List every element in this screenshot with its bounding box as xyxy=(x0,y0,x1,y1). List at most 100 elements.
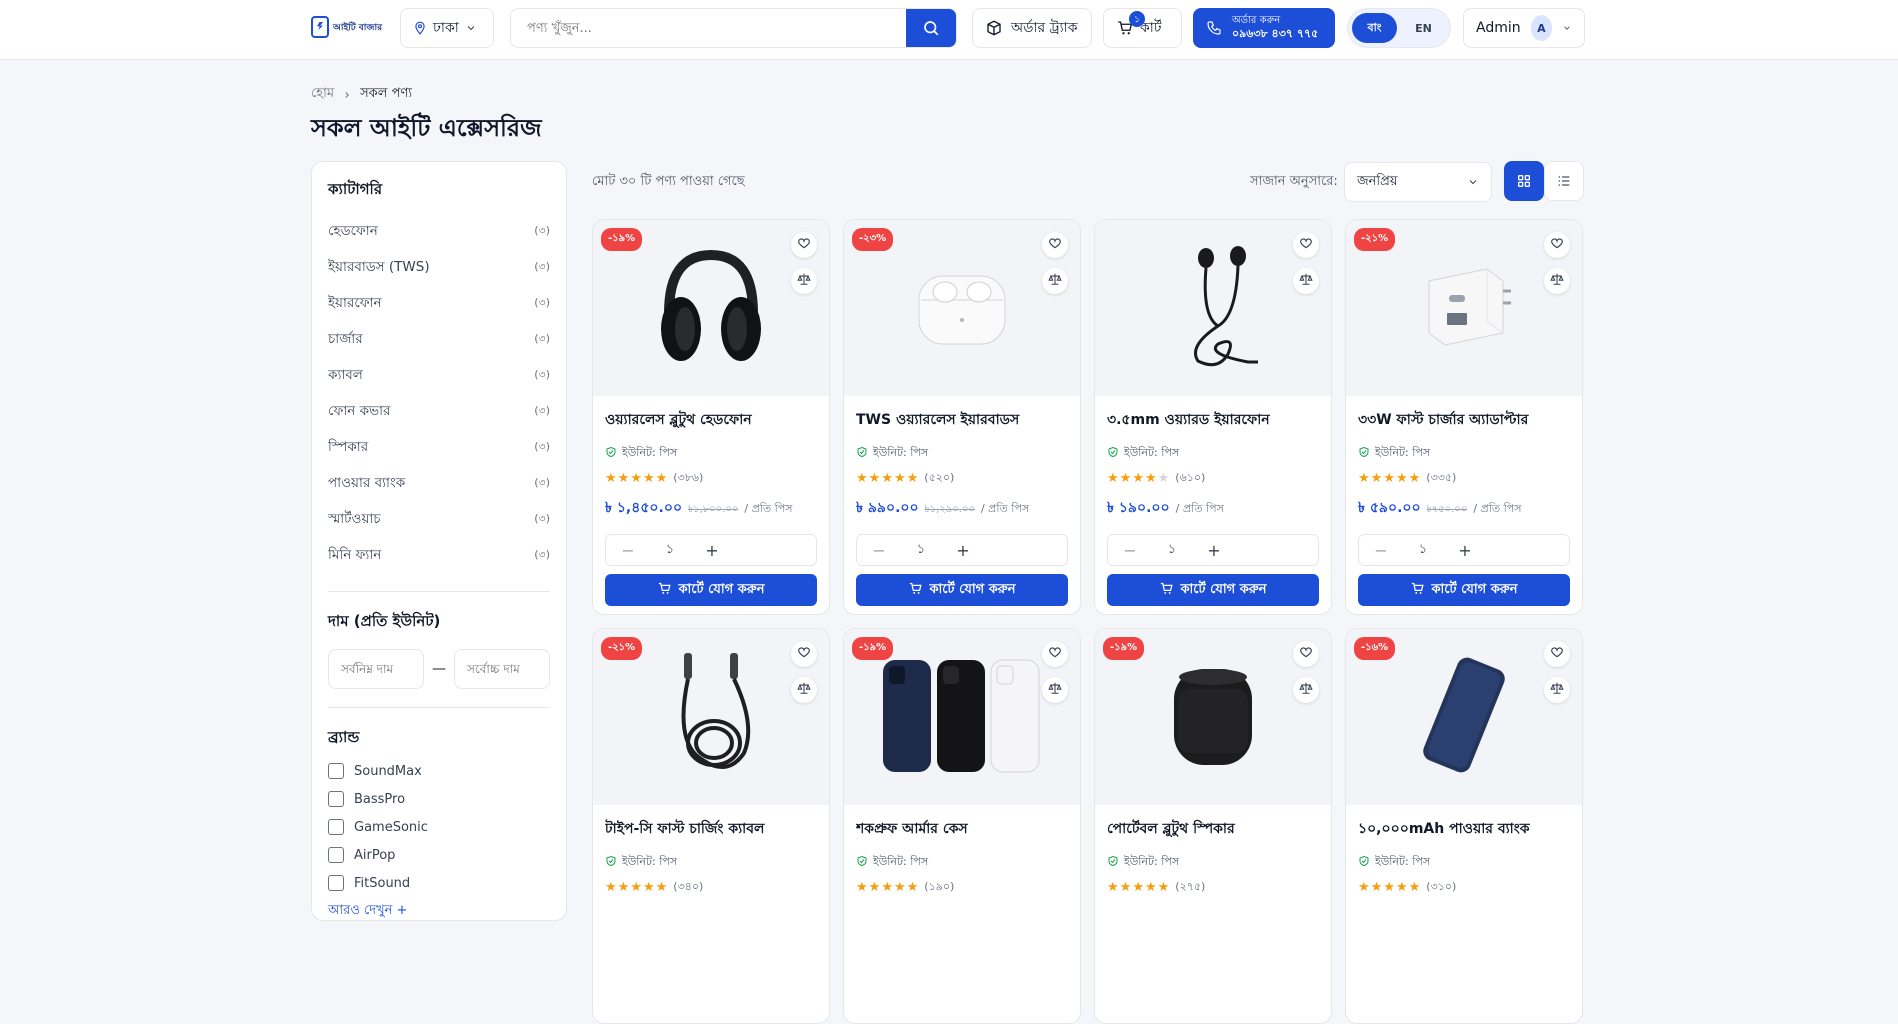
wishlist-button[interactable] xyxy=(791,641,817,667)
discount-badge: -১৬% xyxy=(1354,637,1396,660)
category-item[interactable]: ফোন কভার (৩) xyxy=(328,393,550,429)
brand-checkbox[interactable] xyxy=(328,875,344,891)
category-item[interactable]: মিনি ফ্যান (৩) xyxy=(328,537,550,573)
brand-filter[interactable]: SoundMax xyxy=(328,757,550,785)
product-card[interactable]: -১৯% পোর্টেবল ব্লুটুথ স্পিকার ইউনিট: পিস ★ ★… xyxy=(1094,628,1332,1024)
logo[interactable]: আইটি বাজার xyxy=(311,12,383,42)
category-item[interactable]: চার্জার (৩) xyxy=(328,321,550,357)
call-to-order-button[interactable]: অর্ডার করুন ০৯৬৩৮ ৪৩৭ ৭৭৫ xyxy=(1193,8,1335,48)
grid-view-button[interactable] xyxy=(1504,161,1544,201)
unit-label: ইউনিট: পিস xyxy=(873,855,929,868)
star-icon: ★ xyxy=(1370,880,1383,895)
unit-label: ইউনিট: পিস xyxy=(1375,855,1431,868)
wishlist-button[interactable] xyxy=(1544,641,1570,667)
product-name[interactable]: টাইপ-সি ফাস্ট চার্জিং ক্যাবল xyxy=(605,817,817,837)
brand-filter[interactable]: FitSound xyxy=(328,869,550,897)
wishlist-button[interactable] xyxy=(1544,232,1570,258)
decrease-button[interactable]: − xyxy=(1108,541,1152,560)
category-item[interactable]: স্পিকার (৩) xyxy=(328,429,550,465)
category-item[interactable]: ইয়ারফোন (৩) xyxy=(328,285,550,321)
product-name[interactable]: পোর্টেবল ব্লুটুথ স্পিকার xyxy=(1107,817,1319,837)
lang-en-button[interactable]: EN xyxy=(1401,13,1446,43)
max-price-input[interactable] xyxy=(454,649,550,689)
product-card[interactable]: -১৯% শকপ্রুফ আর্মার কেস ইউনিট: পিস ★ ★ ★ ★ ★ (১৯… xyxy=(843,628,1081,1024)
category-item[interactable]: পাওয়ার ব্যাংক (৩) xyxy=(328,465,550,501)
star-icon: ★ xyxy=(906,880,919,895)
product-image[interactable] xyxy=(1095,220,1331,396)
compare-button[interactable] xyxy=(1293,268,1319,294)
order-track-button[interactable]: অর্ডার ট্র্যাক xyxy=(972,8,1092,48)
product-image[interactable]: -২১% xyxy=(593,629,829,805)
compare-button[interactable] xyxy=(1042,268,1068,294)
increase-button[interactable]: + xyxy=(1443,541,1487,560)
heart-icon xyxy=(797,645,811,663)
product-card[interactable]: ৩.৫mm ওয়্যারড ইয়ারফোন ইউনিট: পিস ★ ★ ★ ★ ★ (৬… xyxy=(1094,219,1332,615)
product-image[interactable]: -১৬% xyxy=(1346,629,1582,805)
cart-button[interactable]: ১ কার্ট xyxy=(1103,8,1182,48)
product-name[interactable]: ওয়্যারলেস ব্লুটুথ হেডফোন xyxy=(605,408,817,428)
brand-checkbox[interactable] xyxy=(328,847,344,863)
user-menu[interactable]: Admin A xyxy=(1463,8,1585,48)
wishlist-button[interactable] xyxy=(1042,232,1068,258)
product-card[interactable]: -২১% টাইপ-সি ফাস্ট চার্জিং ক্যাবল ইউনিট: প… xyxy=(592,628,830,1024)
show-more-brands-link[interactable]: আরও দেখুন + xyxy=(328,901,550,922)
search-button[interactable] xyxy=(906,9,956,47)
product-image[interactable]: -১৯% xyxy=(593,220,829,396)
category-item[interactable]: ইয়ারবাডস (TWS) (৩) xyxy=(328,249,550,285)
product-name[interactable]: TWS ওয়্যারলেস ইয়ারবাডস xyxy=(856,408,1068,428)
brand-checkbox[interactable] xyxy=(328,819,344,835)
brand-filter[interactable]: GameSonic xyxy=(328,813,550,841)
brand-filter[interactable]: AirPop xyxy=(328,841,550,869)
search-input[interactable] xyxy=(511,9,906,47)
compare-button[interactable] xyxy=(1544,677,1570,703)
increase-button[interactable]: + xyxy=(690,541,734,560)
product-name[interactable]: ৩.৫mm ওয়্যারড ইয়ারফোন xyxy=(1107,408,1319,428)
brand-filter[interactable]: BassPro xyxy=(328,785,550,813)
compare-button[interactable] xyxy=(1544,268,1570,294)
category-item[interactable]: স্মার্টওয়াচ (৩) xyxy=(328,501,550,537)
product-card[interactable]: -১৬% ১০,০০০mAh পাওয়ার ব্যাংক ইউনিট: পিস ★ ★… xyxy=(1345,628,1583,1024)
cart-icon xyxy=(1410,581,1425,600)
compare-button[interactable] xyxy=(1042,677,1068,703)
decrease-button[interactable]: − xyxy=(606,541,650,560)
brand-checkbox[interactable] xyxy=(328,791,344,807)
increase-button[interactable]: + xyxy=(941,541,985,560)
breadcrumb-home[interactable]: হোম xyxy=(311,84,334,105)
wishlist-button[interactable] xyxy=(1042,641,1068,667)
min-price-input[interactable] xyxy=(328,649,424,689)
list-view-button[interactable] xyxy=(1544,161,1584,201)
add-to-cart-button[interactable]: কার্টে যোগ করুন xyxy=(856,574,1068,606)
add-to-cart-button[interactable]: কার্টে যোগ করুন xyxy=(1358,574,1570,606)
brand-checkbox[interactable] xyxy=(328,763,344,779)
location-selector[interactable]: ঢাকা xyxy=(400,8,494,48)
wishlist-button[interactable] xyxy=(1293,232,1319,258)
add-to-cart-button[interactable]: কার্টে যোগ করুন xyxy=(605,574,817,606)
order-label: অর্ডার করুন xyxy=(1232,15,1281,27)
product-name[interactable]: শকপ্রুফ আর্মার কেস xyxy=(856,817,1068,837)
category-count: (৩) xyxy=(534,547,550,561)
decrease-button[interactable]: − xyxy=(1359,541,1403,560)
add-to-cart-button[interactable]: কার্টে যোগ করুন xyxy=(1107,574,1319,606)
product-image[interactable]: -১৯% xyxy=(844,629,1080,805)
product-name[interactable]: ৩৩W ফাস্ট চার্জার অ্যাডাপ্টার xyxy=(1358,408,1570,428)
product-image[interactable]: -২১% xyxy=(1346,220,1582,396)
lang-bn-button[interactable]: বাং xyxy=(1352,13,1397,43)
decrease-button[interactable]: − xyxy=(857,541,901,560)
compare-button[interactable] xyxy=(791,268,817,294)
category-item[interactable]: হেডফোন (৩) xyxy=(328,213,550,249)
product-image[interactable]: -২৩% xyxy=(844,220,1080,396)
wishlist-button[interactable] xyxy=(791,232,817,258)
increase-button[interactable]: + xyxy=(1192,541,1236,560)
product-name[interactable]: ১০,০০০mAh পাওয়ার ব্যাংক xyxy=(1358,817,1570,837)
product-card[interactable]: -২৩% TWS ওয়্যারলেস ইয়ারবাডস ইউনিট: পিস ★ ★… xyxy=(843,219,1081,615)
wishlist-button[interactable] xyxy=(1293,641,1319,667)
product-card[interactable]: -২১% ৩৩W ফাস্ট চার্জার অ্যাডাপ্টার ইউনিট: … xyxy=(1345,219,1583,615)
sort-select[interactable]: জনপ্রিয় xyxy=(1344,162,1492,202)
compare-button[interactable] xyxy=(1293,677,1319,703)
compare-button[interactable] xyxy=(791,677,817,703)
category-item[interactable]: ক্যাবল (৩) xyxy=(328,357,550,393)
product-image[interactable]: -১৯% xyxy=(1095,629,1331,805)
product-card[interactable]: -১৯% ওয়্যারলেস ব্লুটুথ হেডফোন ইউনিট: পিস ★… xyxy=(592,219,830,615)
star-icon: ★ xyxy=(1395,880,1408,895)
order-phone: ০৯৬৩৮ ৪৩৭ ৭৭৫ xyxy=(1232,27,1319,41)
